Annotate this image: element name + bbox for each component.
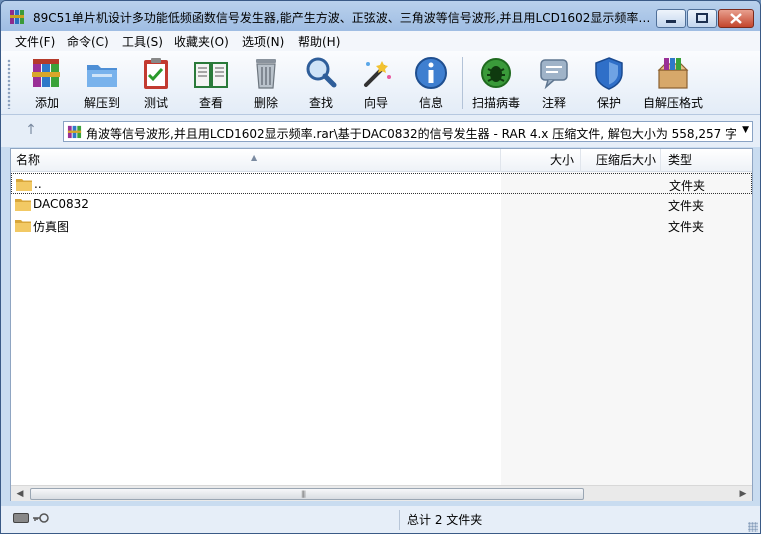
address-dropdown-icon[interactable]: ▼ — [742, 125, 749, 135]
sfx-label: 自解压格式 — [642, 96, 703, 110]
test-button[interactable]: 测试 — [128, 55, 184, 113]
sfx-box-icon — [657, 58, 689, 89]
sort-ascending-icon: ▲ — [251, 153, 258, 162]
add-label: 添加 — [34, 96, 59, 110]
item-name: 仿真图 — [33, 220, 70, 234]
folder-icon — [16, 179, 32, 191]
column-name-label: 名称 — [16, 153, 41, 167]
item-type: 文件夹 — [668, 199, 705, 213]
wizard-label: 向导 — [363, 96, 388, 110]
list-item-parent[interactable]: .. 文件夹 — [11, 173, 752, 194]
window-title: 89C51单片机设计多功能低频函数信号发生器,能产生方波、正弦波、三角波等信号波… — [33, 11, 653, 25]
extract-to-button[interactable]: 解压到 — [74, 55, 130, 113]
wand-icon — [364, 61, 391, 87]
status-summary: 总计 2 文件夹 — [407, 513, 483, 527]
scroll-right-button[interactable]: ▶ — [735, 487, 751, 501]
toolbar-grip[interactable] — [7, 59, 11, 109]
menu-favorites[interactable]: 收藏夹(O) — [174, 33, 229, 50]
column-size-label: 大小 — [549, 153, 574, 167]
item-type: 文件夹 — [669, 179, 706, 193]
magnifier-icon — [306, 57, 337, 88]
file-list: 名称 ▲ 大小 压缩后大小 类型 .. 文件夹 DAC0832 文件夹 仿真图 … — [10, 148, 753, 501]
info-label: 信息 — [418, 96, 443, 110]
protect-button[interactable]: 保护 — [581, 55, 637, 113]
list-item-dac0832[interactable]: DAC0832 文件夹 — [11, 194, 752, 215]
virus-bug-icon — [481, 58, 511, 88]
scroll-grip-icon: ||| — [301, 490, 306, 498]
column-header: 名称 ▲ 大小 压缩后大小 类型 — [11, 149, 752, 172]
column-name[interactable]: 名称 ▲ — [11, 149, 501, 172]
toolbar-separator — [462, 57, 463, 109]
address-path: 角波等信号波形,并且用LCD1602显示频率.rar\基于DAC0832的信号发… — [86, 127, 736, 141]
item-type: 文件夹 — [668, 220, 705, 234]
wizard-button[interactable]: 向导 — [348, 55, 404, 113]
menu-file[interactable]: 文件(F) — [15, 33, 55, 50]
delete-label: 删除 — [253, 96, 278, 110]
sfx-button[interactable]: 自解压格式 — [641, 55, 705, 113]
column-size[interactable]: 大小 — [501, 149, 581, 172]
chevron-left-icon: ◀ — [16, 489, 24, 499]
shield-icon — [595, 57, 623, 90]
view-button[interactable]: 查看 — [183, 55, 239, 113]
close-button[interactable] — [718, 9, 754, 28]
protect-label: 保护 — [596, 96, 621, 110]
comment-button[interactable]: 注释 — [526, 55, 582, 113]
trash-icon — [256, 59, 276, 89]
column-type-label: 类型 — [668, 153, 693, 167]
resize-grip[interactable] — [748, 522, 758, 532]
comment-label: 注释 — [541, 96, 566, 110]
column-packed-size[interactable]: 压缩后大小 — [581, 149, 661, 172]
menu-help[interactable]: 帮助(H) — [298, 33, 340, 50]
extract-folder-icon — [87, 65, 117, 87]
chevron-right-icon: ▶ — [739, 489, 747, 499]
menu-bar: 文件(F) 命令(C) 工具(S) 收藏夹(O) 选项(N) 帮助(H) — [1, 31, 760, 51]
find-label: 查找 — [308, 96, 333, 110]
horizontal-scrollbar[interactable]: ◀ ||| ▶ — [11, 485, 752, 501]
title-bar[interactable]: 89C51单片机设计多功能低频函数信号发生器,能产生方波、正弦波、三角波等信号波… — [1, 1, 760, 31]
menu-commands[interactable]: 命令(C) — [67, 33, 109, 50]
winrar-app-icon — [10, 10, 24, 24]
list-item-simulation[interactable]: 仿真图 文件夹 — [11, 215, 752, 236]
comment-icon — [540, 59, 568, 90]
menu-options[interactable]: 选项(N) — [242, 33, 284, 50]
scroll-left-button[interactable]: ◀ — [12, 487, 28, 501]
menu-tools[interactable]: 工具(S) — [122, 33, 163, 50]
up-one-level-button[interactable]: ↑ — [21, 122, 41, 140]
virus-scan-label: 扫描病毒 — [471, 96, 520, 110]
maximize-button[interactable] — [687, 9, 717, 28]
key-icon[interactable] — [33, 512, 49, 524]
add-archive-icon — [32, 59, 60, 87]
test-label: 测试 — [143, 96, 168, 110]
virus-scan-button[interactable]: 扫描病毒 — [468, 55, 524, 113]
minimize-button[interactable] — [656, 9, 686, 28]
item-name: DAC0832 — [33, 197, 89, 211]
toolbar: 添加 解压到 测试 查看 删除 查找 向导 信息 扫描病毒 注释 保护 自解压格… — [1, 51, 760, 115]
winrar-window: 89C51单片机设计多功能低频函数信号发生器,能产生方波、正弦波、三角波等信号波… — [0, 0, 761, 534]
delete-button[interactable]: 删除 — [238, 55, 294, 113]
info-icon — [415, 57, 447, 89]
scroll-thumb[interactable]: ||| — [30, 488, 584, 500]
folder-icon — [15, 199, 31, 211]
address-field[interactable]: 角波等信号波形,并且用LCD1602显示频率.rar\基于DAC0832的信号发… — [63, 121, 753, 142]
archive-icon — [67, 125, 82, 139]
column-packed-label: 压缩后大小 — [595, 153, 656, 167]
column-type[interactable]: 类型 — [661, 149, 752, 172]
minimize-icon — [666, 20, 676, 23]
maximize-icon — [696, 13, 708, 23]
status-separator — [399, 510, 400, 530]
close-icon — [730, 13, 742, 24]
find-button[interactable]: 查找 — [293, 55, 349, 113]
view-label: 查看 — [198, 96, 223, 110]
view-book-icon — [194, 62, 228, 88]
info-button[interactable]: 信息 — [403, 55, 459, 113]
address-bar: ↑ 角波等信号波形,并且用LCD1602显示频率.rar\基于DAC0832的信… — [1, 115, 760, 147]
drive-icon[interactable] — [13, 513, 29, 523]
test-clipboard-icon — [144, 58, 168, 89]
item-name: .. — [34, 177, 42, 191]
folder-icon — [15, 220, 31, 232]
status-bar: 总计 2 文件夹 — [1, 506, 760, 533]
add-button[interactable]: 添加 — [19, 55, 75, 113]
up-arrow-icon: ↑ — [25, 122, 37, 138]
extract-to-label: 解压到 — [83, 96, 120, 110]
